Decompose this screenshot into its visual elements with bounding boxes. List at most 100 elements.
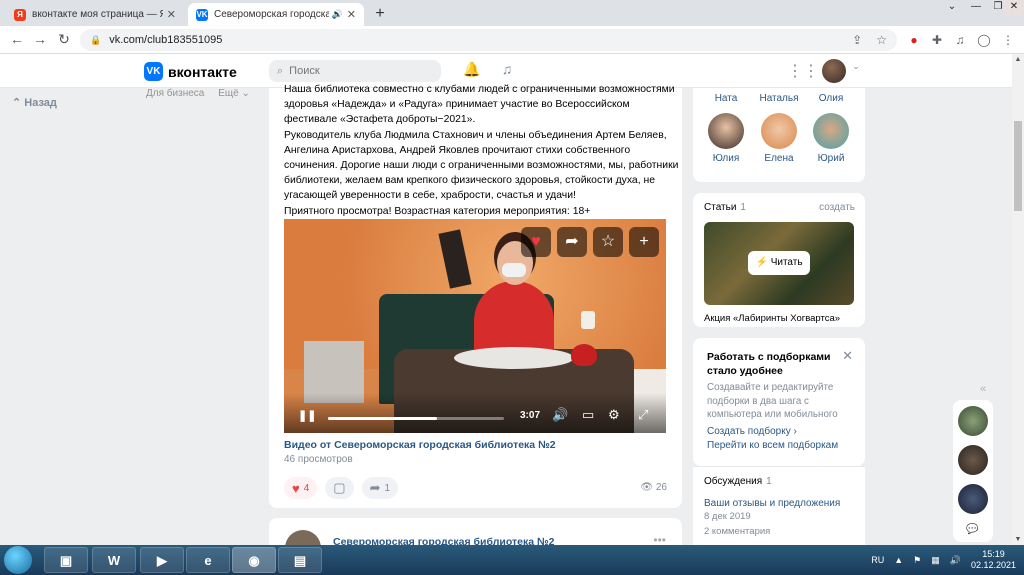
menu-dots-icon[interactable]: ⋮ xyxy=(999,31,1017,49)
music-icon[interactable]: ♫ xyxy=(497,61,517,81)
scroll-down-icon[interactable]: ▼ xyxy=(1012,536,1024,543)
media-control-icon[interactable]: ♫ xyxy=(951,31,969,49)
discussions-block: Обсуждения 1 Ваши отзывы и предложения 8 … xyxy=(693,466,865,546)
create-collection-link[interactable]: Создать подборку › xyxy=(707,426,857,437)
chat-bubble-icon[interactable]: 💬 xyxy=(966,524,978,535)
address-bar: ← → ↻ 🔒 vk.com/club183551095 ⇪ ☆ ● ✚ ♫ ◯… xyxy=(0,26,1024,54)
language-indicator[interactable]: RU xyxy=(871,555,884,565)
article-cover[interactable]: ⚡ Читать xyxy=(704,222,854,305)
apps-grid-icon[interactable]: ⋮⋮ xyxy=(787,61,819,81)
read-label: Читать xyxy=(770,257,803,268)
volume-tray-icon[interactable]: 🔊 xyxy=(950,555,961,566)
forward-arrow-icon[interactable]: → xyxy=(31,31,49,49)
browser-tab-yandex[interactable]: Я вконтакте моя страница — Янд ✕ xyxy=(6,3,184,26)
member-item[interactable]: Наталья xyxy=(754,93,804,104)
bell-icon[interactable]: 🔔 xyxy=(462,61,482,81)
submenu-business[interactable]: Для бизнеса xyxy=(146,88,204,99)
new-tab-button[interactable]: + xyxy=(370,4,390,24)
discussion-topic[interactable]: Ваши отзывы и предложения xyxy=(704,498,840,509)
network-icon[interactable]: ▦ xyxy=(931,555,940,566)
share-arrow-icon: ➦ xyxy=(369,480,381,495)
page-scrollbar[interactable]: ▲ ▼ xyxy=(1012,54,1024,545)
video-views: 46 просмотров xyxy=(284,454,353,465)
video-progress-bar[interactable] xyxy=(328,417,504,420)
profile-icon[interactable]: ◯ xyxy=(975,31,993,49)
view-count-value: 26 xyxy=(655,482,667,493)
scroll-thumb[interactable] xyxy=(1014,121,1022,211)
avatar[interactable] xyxy=(958,406,988,436)
vk-logo[interactable]: VK вконтакте xyxy=(144,62,237,81)
video-favorite-button[interactable]: ☆ xyxy=(593,227,623,257)
chevron-down-icon[interactable]: ⌄ xyxy=(940,0,964,16)
video-player[interactable]: ♥ ➦ ☆ + ❚❚ 3:07 🔊 ▭ ⚙ ⤢ xyxy=(284,219,666,433)
member-item[interactable]: Юрий xyxy=(806,113,856,164)
flag-icon[interactable]: ⚑ xyxy=(913,555,921,566)
internet-explorer-icon[interactable]: e xyxy=(186,547,230,573)
video-share-button[interactable]: ➦ xyxy=(557,227,587,257)
scroll-up-icon[interactable]: ▲ xyxy=(1012,56,1024,63)
search-input[interactable] xyxy=(289,65,420,77)
close-tab-icon[interactable]: ✕ xyxy=(347,8,356,21)
media-player-icon[interactable]: ▶ xyxy=(140,547,184,573)
start-button[interactable] xyxy=(4,546,32,574)
url-field[interactable]: 🔒 vk.com/club183551095 ⇪ ☆ xyxy=(80,29,897,51)
settings-gear-icon[interactable]: ⚙ xyxy=(608,407,620,423)
app-icon[interactable]: ▣ xyxy=(44,547,88,573)
minimize-button[interactable]: — xyxy=(964,0,988,16)
star-icon[interactable]: ☆ xyxy=(876,33,887,47)
tray-chevron-icon[interactable]: ▲ xyxy=(894,555,903,565)
avatar xyxy=(813,113,849,149)
articles-title: Статьи xyxy=(704,202,737,213)
avatar[interactable] xyxy=(958,484,988,514)
members-block: Ната Наталья Олия Юлия Елена Юрий xyxy=(693,88,865,182)
discussions-header[interactable]: Обсуждения 1 xyxy=(704,476,772,487)
discussions-title: Обсуждения xyxy=(704,476,763,487)
tab-title: Североморская городская б xyxy=(214,9,329,20)
video-like-button[interactable]: ♥ xyxy=(521,227,551,257)
collapse-chats-icon[interactable]: « xyxy=(980,383,986,395)
close-icon[interactable]: ✕ xyxy=(842,348,853,364)
member-item[interactable]: Олия xyxy=(806,93,856,104)
volume-icon[interactable]: 🔊 xyxy=(552,407,568,423)
close-tab-icon[interactable]: ✕ xyxy=(167,8,176,21)
back-arrow-icon[interactable]: ← xyxy=(8,31,26,49)
discussion-comments[interactable]: 2 комментария xyxy=(704,526,770,537)
word-icon[interactable]: W xyxy=(92,547,136,573)
lock-icon: 🔒 xyxy=(90,34,102,45)
comment-button[interactable]: ▢ xyxy=(325,477,354,499)
all-collections-link[interactable]: Перейти ко всем подборкам xyxy=(707,440,857,451)
like-button[interactable]: ♥ 4 xyxy=(284,477,318,499)
submenu-more[interactable]: Ещё xyxy=(218,88,238,99)
close-window-button[interactable]: ✕ xyxy=(1004,0,1024,16)
opera-extension-icon[interactable]: ● xyxy=(905,31,923,49)
pause-icon[interactable]: ❚❚ xyxy=(298,409,316,422)
search-box[interactable]: ⌕ xyxy=(269,60,441,82)
miniplayer-icon[interactable]: ▭ xyxy=(582,407,594,423)
avatar[interactable] xyxy=(958,445,988,475)
chrome-icon[interactable]: ◉ xyxy=(232,547,276,573)
share-count: 1 xyxy=(384,482,391,494)
member-item[interactable]: Юлия xyxy=(701,113,751,164)
share-icon[interactable]: ⇪ xyxy=(852,33,862,47)
folder-icon[interactable]: ▤ xyxy=(278,547,322,573)
browser-tab-vk[interactable]: VK Североморская городская б 🔊 ✕ xyxy=(188,3,364,26)
member-item[interactable]: Ната xyxy=(701,93,751,104)
fullscreen-icon[interactable]: ⤢ xyxy=(638,407,648,423)
puzzle-extension-icon[interactable]: ✚ xyxy=(928,31,946,49)
articles-header[interactable]: Статьи 1 xyxy=(704,202,746,213)
chevron-down-icon[interactable]: ⌄ xyxy=(846,61,866,81)
browser-tab-strip: Я вконтакте моя страница — Янд ✕ VK Севе… xyxy=(0,0,1024,26)
avatar[interactable] xyxy=(822,59,846,83)
share-button[interactable]: ➦ 1 xyxy=(361,477,399,499)
create-article-link[interactable]: создать xyxy=(819,202,855,213)
clock[interactable]: 15:19 02.12.2021 xyxy=(971,549,1016,571)
member-item[interactable]: Елена xyxy=(754,113,804,164)
windows-taskbar: ▣ W ▶ e ◉ ▤ RU ▲ ⚑ ▦ 🔊 15:19 02.12.2021 xyxy=(0,545,1024,575)
speaker-icon[interactable]: 🔊 xyxy=(332,9,343,20)
video-add-button[interactable]: + xyxy=(629,227,659,257)
reload-icon[interactable]: ↻ xyxy=(55,31,73,49)
read-button[interactable]: ⚡ Читать xyxy=(748,251,810,275)
back-link[interactable]: ⌃ Назад xyxy=(12,97,57,109)
video-title[interactable]: Видео от Североморская городская библиот… xyxy=(284,439,556,451)
article-title[interactable]: Акция «Лабиринты Хогвартса» xyxy=(704,313,840,324)
